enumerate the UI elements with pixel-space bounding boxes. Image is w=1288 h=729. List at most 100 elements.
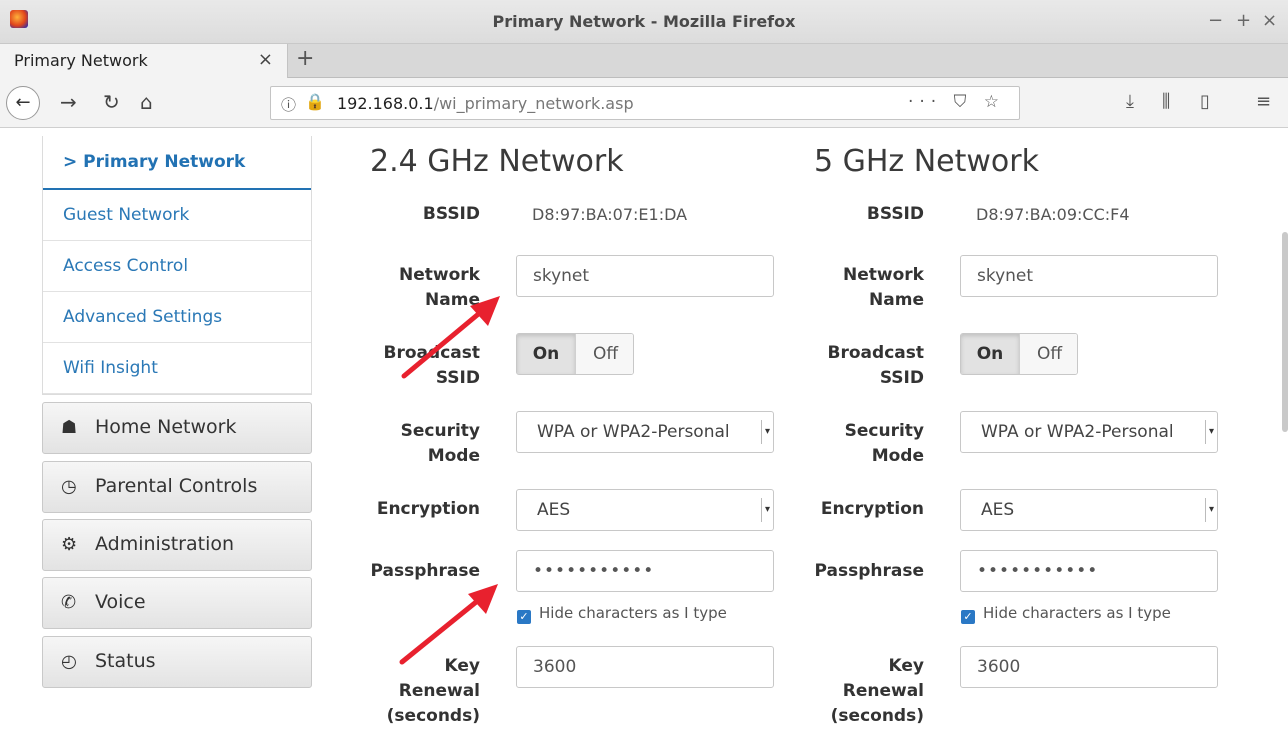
home-icon[interactable]: ⌂ bbox=[140, 90, 153, 114]
security-mode-value: WPA or WPA2-Personal bbox=[537, 422, 730, 442]
voice-button[interactable]: ✆ Voice bbox=[42, 577, 312, 629]
label-line: Name bbox=[869, 290, 924, 310]
key-renewal-input[interactable]: 3600 bbox=[516, 646, 774, 688]
network-5ghz-panel: 5 GHz Network BSSID D8:97:BA:09:CC:F4 Ne… bbox=[804, 128, 1224, 726]
label-line: Renewal bbox=[398, 681, 480, 701]
new-tab-button[interactable]: + bbox=[296, 46, 314, 71]
title-bar: Primary Network - Mozilla Firefox − + × bbox=[0, 0, 1288, 44]
label-line: Broadcast bbox=[383, 343, 480, 363]
gauge-icon: ◴ bbox=[61, 651, 77, 672]
subnav-item-advanced-settings[interactable]: Advanced Settings bbox=[43, 292, 311, 343]
network-name-input[interactable]: skynet bbox=[960, 255, 1218, 297]
wireless-subnav: > Primary Network Guest Network Access C… bbox=[42, 136, 312, 395]
broadcast-on-option[interactable]: On bbox=[961, 334, 1019, 374]
broadcast-ssid-label: Broadcast SSID bbox=[370, 341, 480, 391]
broadcast-ssid-toggle[interactable]: On Off bbox=[516, 333, 634, 375]
bssid-label: BSSID bbox=[422, 204, 480, 224]
dropdown-arrow-icon: ▾ bbox=[1205, 498, 1217, 522]
security-mode-select[interactable]: WPA or WPA2-Personal ▾ bbox=[960, 411, 1218, 453]
navigation-bar: ← → ↻ ⌂ ⓘ 🔒 192.168.0.1/wi_primary_netwo… bbox=[0, 78, 1288, 128]
subnav-item-access-control[interactable]: Access Control bbox=[43, 241, 311, 292]
info-icon[interactable]: ⓘ bbox=[281, 94, 296, 115]
security-mode-select[interactable]: WPA or WPA2-Personal ▾ bbox=[516, 411, 774, 453]
hide-characters-label: Hide characters as I type bbox=[983, 604, 1171, 622]
passphrase-input[interactable]: ••••••••••• bbox=[960, 550, 1218, 592]
encryption-value: AES bbox=[981, 500, 1015, 520]
subnav-item-guest-network[interactable]: Guest Network bbox=[43, 190, 311, 241]
dropdown-arrow-icon: ▾ bbox=[761, 498, 773, 522]
parental-controls-button[interactable]: ◷ Parental Controls bbox=[42, 461, 312, 513]
network-5ghz-title: 5 GHz Network bbox=[814, 144, 1039, 179]
home-network-button[interactable]: ☗ Home Network bbox=[42, 402, 312, 454]
insecure-lock-icon[interactable]: 🔒 bbox=[305, 92, 325, 111]
label-line: Security bbox=[844, 421, 924, 441]
network-24ghz-panel: 2.4 GHz Network BSSID D8:97:BA:07:E1:DA … bbox=[360, 128, 780, 726]
checkbox-checked-icon[interactable]: ✓ bbox=[517, 610, 531, 624]
label-line: Mode bbox=[871, 446, 924, 466]
broadcast-off-option[interactable]: Off bbox=[575, 334, 633, 374]
url-text[interactable]: 192.168.0.1/wi_primary_network.asp bbox=[337, 94, 634, 113]
label-line: (seconds) bbox=[386, 706, 480, 726]
page-actions-icons[interactable]: ··· ⛉ ☆ bbox=[908, 92, 1005, 112]
network-name-label: Network Name bbox=[814, 263, 924, 313]
label-line: Network bbox=[843, 265, 924, 285]
status-button[interactable]: ◴ Status bbox=[42, 636, 312, 688]
encryption-select[interactable]: AES ▾ bbox=[516, 489, 774, 531]
security-mode-value: WPA or WPA2-Personal bbox=[981, 422, 1174, 442]
url-path: /wi_primary_network.asp bbox=[433, 94, 634, 113]
label-line: Renewal bbox=[842, 681, 924, 701]
passphrase-label: Passphrase bbox=[370, 561, 481, 581]
library-icon[interactable]: ⫼ bbox=[1162, 91, 1170, 112]
label-line: SSID bbox=[879, 368, 924, 388]
label-line: Key bbox=[888, 656, 925, 676]
checkbox-checked-icon[interactable]: ✓ bbox=[961, 610, 975, 624]
hide-characters-label: Hide characters as I type bbox=[539, 604, 727, 622]
broadcast-ssid-toggle[interactable]: On Off bbox=[960, 333, 1078, 375]
forward-icon[interactable]: → bbox=[60, 90, 77, 114]
key-renewal-input[interactable]: 3600 bbox=[960, 646, 1218, 688]
network-name-input[interactable]: skynet bbox=[516, 255, 774, 297]
broadcast-off-option[interactable]: Off bbox=[1019, 334, 1077, 374]
minimize-button[interactable]: − bbox=[1208, 10, 1223, 31]
dropdown-arrow-icon: ▾ bbox=[1205, 420, 1217, 444]
hide-characters-checkbox[interactable]: ✓ Hide characters as I type bbox=[961, 604, 1171, 624]
parental-controls-label: Parental Controls bbox=[95, 475, 258, 497]
label-line: Name bbox=[425, 290, 480, 310]
back-button[interactable]: ← bbox=[6, 86, 40, 120]
passphrase-input[interactable]: ••••••••••• bbox=[516, 550, 774, 592]
label-line: Mode bbox=[427, 446, 480, 466]
tab-strip: Primary Network × + bbox=[0, 44, 1288, 78]
key-renewal-label: Key Renewal (seconds) bbox=[814, 654, 924, 729]
network-24ghz-title: 2.4 GHz Network bbox=[370, 144, 624, 179]
sidebar-icon[interactable]: ▯ bbox=[1200, 91, 1210, 112]
reload-icon[interactable]: ↻ bbox=[103, 90, 120, 114]
broadcast-on-option[interactable]: On bbox=[517, 334, 575, 374]
maximize-button[interactable]: + bbox=[1236, 10, 1251, 31]
close-tab-icon[interactable]: × bbox=[258, 49, 273, 70]
close-window-button[interactable]: × bbox=[1262, 10, 1277, 31]
scrollbar-thumb[interactable] bbox=[1282, 232, 1288, 432]
subnav-item-primary-network[interactable]: > Primary Network bbox=[43, 136, 311, 190]
label-line: Network bbox=[399, 265, 480, 285]
subnav-item-wifi-insight[interactable]: Wifi Insight bbox=[43, 343, 311, 394]
page-content: > Primary Network Guest Network Access C… bbox=[0, 128, 1288, 726]
key-renewal-label: Key Renewal (seconds) bbox=[370, 654, 480, 729]
network-name-label: Network Name bbox=[370, 263, 480, 313]
status-label: Status bbox=[95, 650, 156, 672]
phone-icon: ✆ bbox=[61, 592, 77, 613]
administration-button[interactable]: ⚙ Administration bbox=[42, 519, 312, 571]
gear-icon: ⚙ bbox=[61, 534, 78, 555]
encryption-select[interactable]: AES ▾ bbox=[960, 489, 1218, 531]
label-line: Key bbox=[444, 656, 481, 676]
tab-label: Primary Network bbox=[14, 51, 148, 70]
menu-icon[interactable]: ≡ bbox=[1256, 91, 1271, 112]
url-bar[interactable]: ⓘ 🔒 192.168.0.1/wi_primary_network.asp ·… bbox=[270, 86, 1020, 120]
passphrase-label: Passphrase bbox=[814, 561, 925, 581]
tab-primary-network[interactable]: Primary Network × bbox=[0, 44, 288, 78]
dropdown-arrow-icon: ▾ bbox=[761, 420, 773, 444]
encryption-label: Encryption bbox=[820, 499, 924, 519]
download-icon[interactable]: ⤓ bbox=[1126, 91, 1134, 112]
label-line: SSID bbox=[435, 368, 480, 388]
hide-characters-checkbox[interactable]: ✓ Hide characters as I type bbox=[517, 604, 727, 624]
voice-label: Voice bbox=[95, 591, 146, 613]
